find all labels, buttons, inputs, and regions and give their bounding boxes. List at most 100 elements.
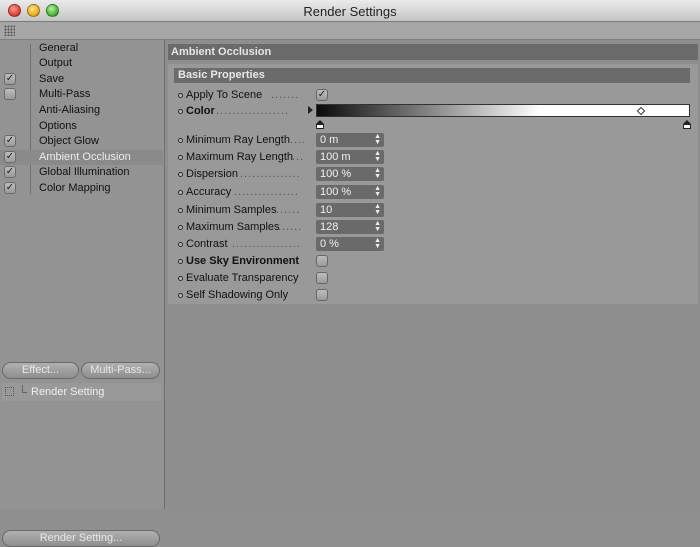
sidebar-item-label: Color Mapping (39, 182, 111, 194)
contrast-field[interactable]: 0 % ▲ ▼ (316, 237, 384, 251)
max-samples-row: Maximum Samples ...... 128 ▲ ▼ (178, 220, 688, 235)
animation-bullet-icon[interactable] (178, 276, 183, 281)
enable-checkbox[interactable]: ✓ (4, 166, 16, 178)
sidebar-item-label: Output (39, 57, 73, 69)
max-samples-field[interactable]: 128 ▲ ▼ (316, 220, 384, 234)
accuracy-label: Accuracy (186, 186, 232, 198)
leader-dots: ...... (276, 204, 301, 216)
checkmark-icon: ✓ (5, 73, 15, 84)
title-bar: Render Settings (0, 0, 700, 22)
enable-checkbox[interactable]: ✓ (4, 182, 16, 194)
stepper-icon[interactable]: ▲ ▼ (374, 150, 381, 163)
enable-checkbox[interactable]: ✓ (4, 151, 16, 163)
apply-to-scene-checkbox[interactable]: ✓ (316, 89, 328, 101)
stepper-icon[interactable]: ▲ ▼ (374, 185, 381, 198)
grip-icon[interactable] (4, 25, 15, 36)
render-setting-item[interactable]: Render Setting (31, 386, 104, 398)
min-ray-length-field[interactable]: 0 m ▲ ▼ (316, 133, 384, 147)
leader-dots: .................. (216, 105, 290, 117)
render-setting-button[interactable]: Render Setting... (2, 530, 160, 547)
animation-bullet-icon[interactable] (178, 208, 183, 213)
sidebar-item-save[interactable]: ✓ Save (0, 72, 163, 87)
main-panel: Ambient Occlusion Basic Properties Apply… (166, 40, 700, 509)
min-samples-field[interactable]: 10 ▲ ▼ (316, 203, 384, 217)
expand-arrow-icon[interactable] (308, 106, 313, 114)
sidebar-item-color-mapping[interactable]: ✓ Color Mapping (0, 181, 163, 196)
animation-bullet-icon[interactable] (178, 138, 183, 143)
stepper-icon[interactable]: ▲ ▼ (374, 133, 381, 146)
max-ray-length-field[interactable]: 100 m ▲ ▼ (316, 150, 384, 164)
min-ray-length-value: 0 m (320, 134, 339, 146)
sidebar-item-anti-aliasing[interactable]: Anti-Aliasing (0, 103, 163, 118)
enable-checkbox[interactable]: ✓ (4, 73, 16, 85)
apply-to-scene-row: Apply To Scene ....... ✓ (178, 88, 688, 103)
leader-dots: ............... (240, 168, 301, 180)
accuracy-field[interactable]: 100 % ▲ ▼ (316, 185, 384, 199)
sidebar-item-label: Global Illumination (39, 166, 130, 178)
sidebar-item-output[interactable]: Output (0, 56, 163, 71)
sidebar-item-label: Save (39, 73, 65, 85)
min-samples-label: Minimum Samples (186, 204, 277, 216)
animation-bullet-icon[interactable] (178, 109, 183, 114)
gradient-end-knot[interactable] (683, 120, 691, 129)
stepper-icon[interactable]: ▲ ▼ (374, 203, 381, 216)
sidebar-item-global-illumination[interactable]: ✓ Global Illumination (0, 165, 163, 180)
sidebar-item-label: Object Glow (39, 135, 99, 147)
evaluate-transparency-checkbox[interactable] (316, 272, 328, 284)
leader-dots: .... (290, 134, 307, 146)
stepper-icon[interactable]: ▲ ▼ (374, 220, 381, 233)
sidebar-item-general[interactable]: General (0, 41, 163, 56)
sidebar-item-multi-pass[interactable]: Multi-Pass (0, 87, 163, 102)
sidebar-item-options[interactable]: Options (0, 119, 163, 134)
evaluate-transparency-label: Evaluate Transparency (186, 272, 299, 284)
use-sky-environment-row: Use Sky Environment (178, 254, 688, 269)
leader-dots: ....... (271, 89, 300, 101)
use-sky-environment-checkbox[interactable] (316, 255, 328, 267)
sidebar-item-ambient-occlusion[interactable]: ✓ Ambient Occlusion (0, 150, 163, 165)
accuracy-row: Accuracy ................ 100 % ▲ ▼ (178, 185, 688, 200)
gradient-start-knot[interactable] (316, 120, 324, 129)
accuracy-value: 100 % (320, 186, 352, 198)
enable-checkbox[interactable]: ✓ (4, 135, 16, 147)
animation-bullet-icon[interactable] (178, 155, 183, 160)
sidebar-item-label: Anti-Aliasing (39, 104, 101, 116)
animation-bullet-icon[interactable] (178, 225, 183, 230)
dispersion-value: 100 % (320, 168, 352, 180)
animation-bullet-icon[interactable] (178, 259, 183, 264)
animation-bullet-icon[interactable] (178, 242, 183, 247)
multi-pass-button[interactable]: Multi-Pass... (81, 362, 160, 379)
min-samples-row: Minimum Samples ...... 10 ▲ ▼ (178, 203, 688, 218)
color-label: Color (186, 105, 215, 117)
max-samples-label: Maximum Samples (186, 221, 280, 233)
self-shadowing-only-label: Self Shadowing Only (186, 289, 289, 301)
color-row: Color .................. (178, 104, 691, 132)
gradient-bias-knot[interactable] (636, 106, 646, 116)
animation-bullet-icon[interactable] (178, 172, 183, 177)
max-samples-value: 128 (320, 221, 339, 233)
use-sky-environment-label: Use Sky Environment (186, 255, 300, 267)
animation-bullet-icon[interactable] (178, 93, 183, 98)
sidebar-item-label: Multi-Pass (39, 88, 91, 100)
stepper-icon[interactable]: ▲ ▼ (374, 237, 381, 250)
leader-dots: ................. (232, 238, 301, 250)
effect-button[interactable]: Effect... (2, 362, 79, 379)
sidebar-item-object-glow[interactable]: ✓ Object Glow (0, 134, 163, 149)
color-gradient[interactable] (316, 104, 690, 117)
self-shadowing-only-checkbox[interactable] (316, 289, 328, 301)
contrast-value: 0 % (320, 238, 339, 250)
checkmark-icon: ✓ (5, 182, 15, 193)
contrast-row: Contrast ................. 0 % ▲ ▼ (178, 237, 688, 252)
self-shadowing-only-row: Self Shadowing Only (178, 288, 688, 303)
toolbar (0, 22, 700, 40)
checkmark-icon: ✓ (5, 135, 15, 146)
animation-bullet-icon[interactable] (178, 190, 183, 195)
stepper-icon[interactable]: ▲ ▼ (374, 167, 381, 180)
max-ray-length-value: 100 m (320, 151, 351, 163)
evaluate-transparency-row: Evaluate Transparency (178, 271, 688, 286)
apply-to-scene-label: Apply To Scene (186, 89, 263, 101)
group-header[interactable]: Basic Properties (174, 68, 690, 83)
dispersion-field[interactable]: 100 % ▲ ▼ (316, 167, 384, 181)
enable-checkbox[interactable] (4, 88, 16, 100)
animation-bullet-icon[interactable] (178, 293, 183, 298)
expand-icon[interactable] (5, 387, 14, 396)
